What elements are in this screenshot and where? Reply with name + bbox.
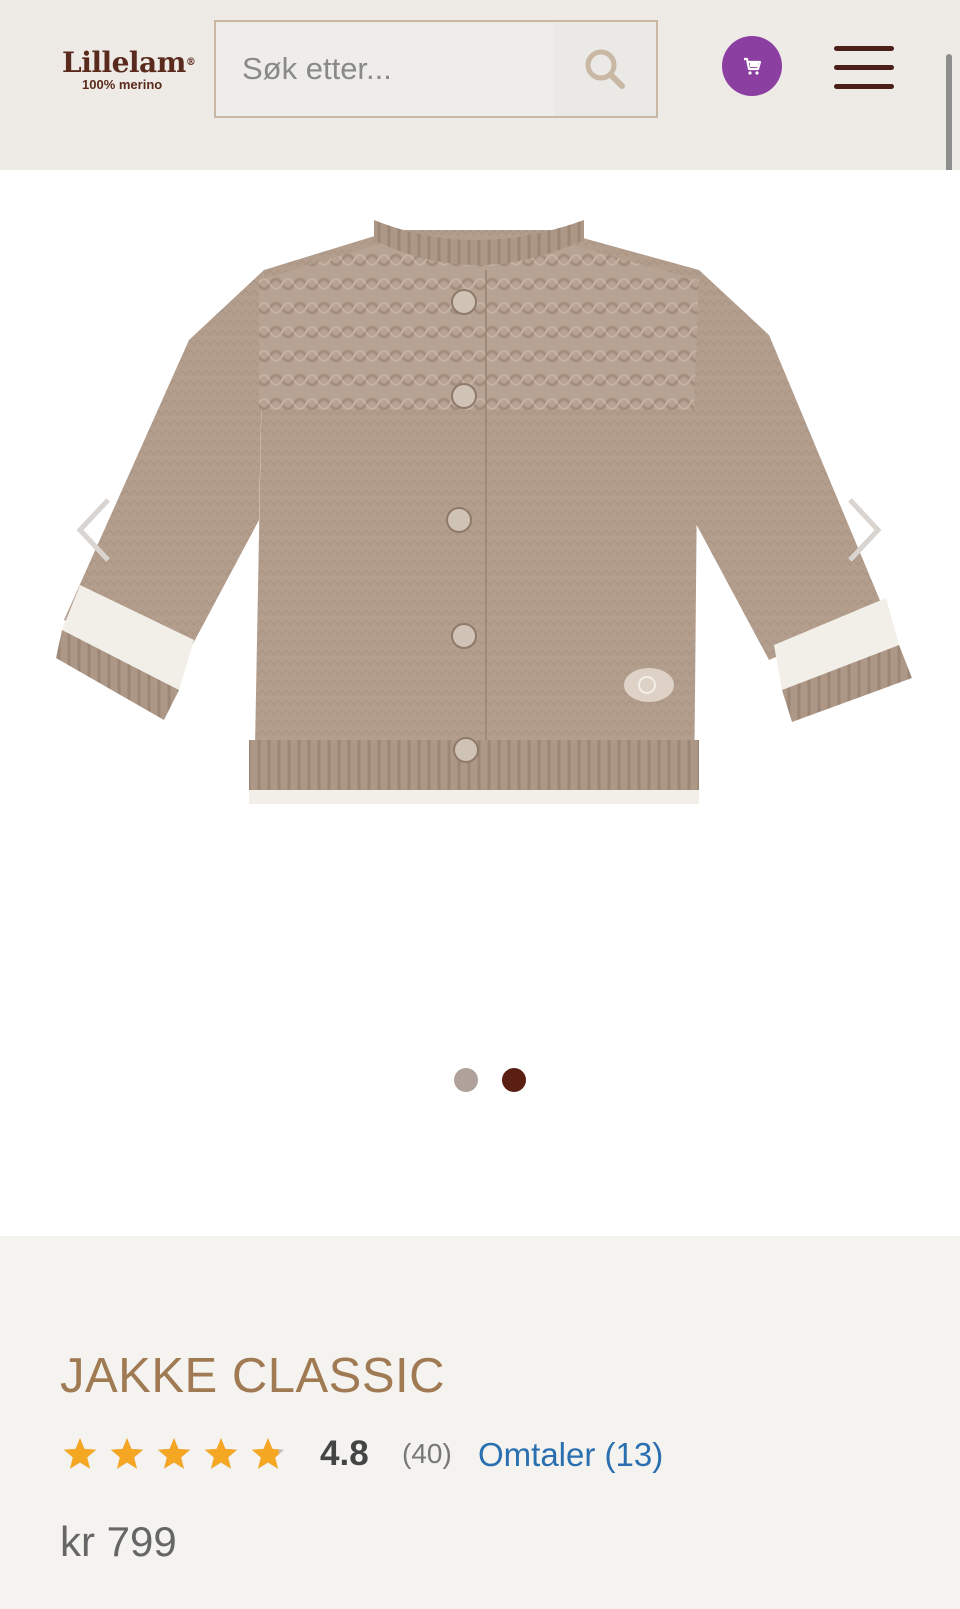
gallery-dot-2[interactable] <box>502 1068 526 1092</box>
gallery-next-button[interactable] <box>832 490 892 570</box>
rating-row: 4.8 (40) Omtaler (13) <box>62 1432 862 1478</box>
chevron-left-icon <box>76 498 110 562</box>
cart-button[interactable] <box>722 36 782 96</box>
search-icon <box>585 49 625 89</box>
product-info: JAKKE CLASSIC 4.8 (40) Omtaler (13) kr 7… <box>0 1236 960 1609</box>
product-gallery <box>0 170 960 1236</box>
site-header: Lillelam® 100% merino <box>0 0 960 170</box>
star-icon <box>204 1438 238 1469</box>
star-icon <box>63 1438 97 1469</box>
logo-registered-mark: ® <box>185 57 196 68</box>
logo-tagline: 100% merino <box>82 77 163 92</box>
logo-name: Lillelam <box>62 46 186 79</box>
gallery-prev-button[interactable] <box>66 490 126 570</box>
reviews-link[interactable]: Omtaler (13) <box>478 1436 663 1474</box>
gallery-dots <box>454 1068 534 1092</box>
star-icon <box>110 1438 144 1469</box>
search-box <box>214 20 658 118</box>
search-input[interactable] <box>216 22 556 116</box>
chevron-right-icon <box>848 498 882 562</box>
rating-value: 4.8 <box>320 1434 369 1473</box>
rating-stars <box>63 1438 285 1469</box>
hamburger-menu-icon[interactable] <box>834 44 894 92</box>
gallery-dot-1[interactable] <box>454 1068 478 1092</box>
search-button[interactable] <box>554 22 656 116</box>
brand-logo[interactable]: Lillelam® 100% merino <box>62 46 196 108</box>
cart-icon <box>744 57 762 75</box>
star-icon <box>157 1438 191 1469</box>
product-image-cardigan <box>56 220 912 804</box>
rating-count: (40) <box>402 1438 452 1469</box>
product-price: kr 799 <box>60 1518 177 1565</box>
product-title: JAKKE CLASSIC <box>60 1349 446 1403</box>
